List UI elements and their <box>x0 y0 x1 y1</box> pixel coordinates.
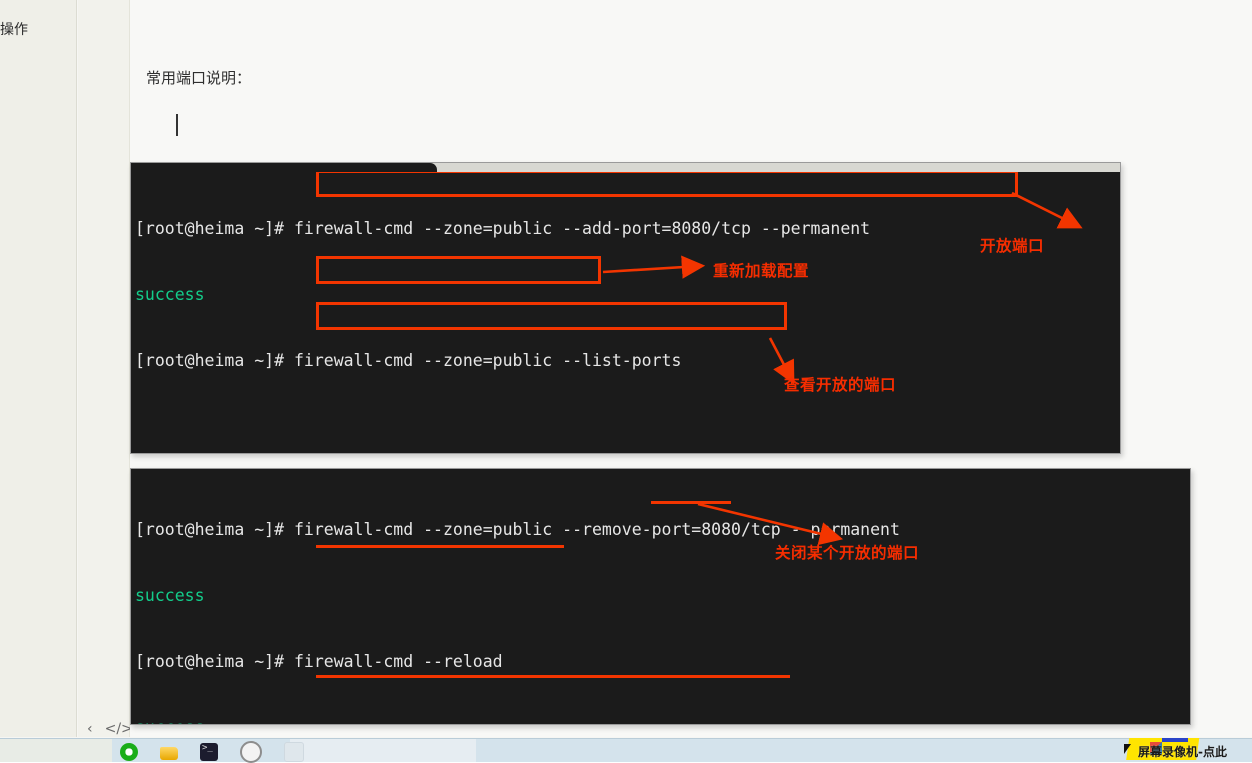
terminal-line: [root@heima ~]# firewall-cmd --zone=publ… <box>135 350 1120 372</box>
recorder-accent <box>1162 738 1188 742</box>
document-content: 常用端口说明： 3306mysql 8080tomcat 6379redis 8… <box>130 0 1252 737</box>
annotation-view-open-ports: 查看开放的端口 <box>784 376 897 394</box>
terminal-line: [root@heima ~]# firewall-cmd --zone=publ… <box>135 519 1190 541</box>
command: firewall-cmd --reload <box>293 652 503 671</box>
faint-icon[interactable] <box>284 742 304 762</box>
sidebar-inner-rail <box>78 0 130 737</box>
text-caret <box>176 114 178 136</box>
page-root: 操作 ‹ </> 常用端口说明： 3306mysql 8080tomcat 63… <box>0 0 1252 763</box>
cmd-icon[interactable] <box>200 743 218 761</box>
taskbar-group <box>290 739 476 762</box>
terminal-line: success <box>135 285 205 304</box>
annotation-reload-config: 重新加载配置 <box>713 262 810 280</box>
sidebar-label-operation: 操作 <box>0 22 28 38</box>
terminal-line: success <box>135 717 1190 724</box>
terminal-line: success <box>135 586 205 605</box>
prompt: [root@heima ~]# <box>135 520 294 539</box>
terminal-line: [root@heima ~]# firewall-cmd --reload <box>135 651 1190 673</box>
rail-toolbar: ‹ </> <box>80 718 133 740</box>
terminal-1-tab[interactable] <box>131 163 437 172</box>
annotation-close-open-port: 关闭某个开放的端口 <box>775 544 920 562</box>
prompt: [root@heima ~]# <box>135 652 294 671</box>
annotation-open-port: 开放端口 <box>980 237 1045 255</box>
code-toggle-icon[interactable]: </> <box>105 722 133 736</box>
screen-recorder-badge[interactable]: 屏幕录像机-点此 <box>1120 738 1252 762</box>
note-title: 常用端口说明： <box>146 69 252 87</box>
terminal-window-1[interactable]: [root@heima ~]# firewall-cmd --zone=publ… <box>130 162 1121 454</box>
terminal-2-output[interactable]: [root@heima ~]# firewall-cmd --zone=publ… <box>135 475 1190 724</box>
command: firewall-cmd --zone=public --list-ports <box>293 351 682 370</box>
prompt: [root@heima ~]# <box>135 351 294 370</box>
taskbar-left-pane <box>0 739 112 762</box>
folder-icon[interactable] <box>160 747 178 760</box>
recorder-label: 屏幕录像机-点此 <box>1138 745 1227 759</box>
terminal-window-2[interactable]: [root@heima ~]# firewall-cmd --zone=publ… <box>130 468 1191 725</box>
back-chevron-icon[interactable]: ‹ <box>87 722 93 736</box>
cursor-icon <box>1124 744 1131 754</box>
disc-icon[interactable] <box>240 741 262 763</box>
wechat-icon[interactable] <box>120 743 138 761</box>
terminal-1-output[interactable]: [root@heima ~]# firewall-cmd --zone=publ… <box>135 174 1120 453</box>
sidebar-outer-rail: 操作 <box>0 0 77 737</box>
prompt: [root@heima ~]# <box>135 219 294 238</box>
taskbar-icons <box>120 741 304 763</box>
terminal-line: [root@heima ~]# firewall-cmd --zone=publ… <box>135 218 1120 240</box>
command: firewall-cmd --zone=public --add-port=80… <box>293 219 871 238</box>
command: firewall-cmd --zone=public --remove-port… <box>293 520 900 539</box>
taskbar: 屏幕录像机-点此 <box>0 738 1252 763</box>
